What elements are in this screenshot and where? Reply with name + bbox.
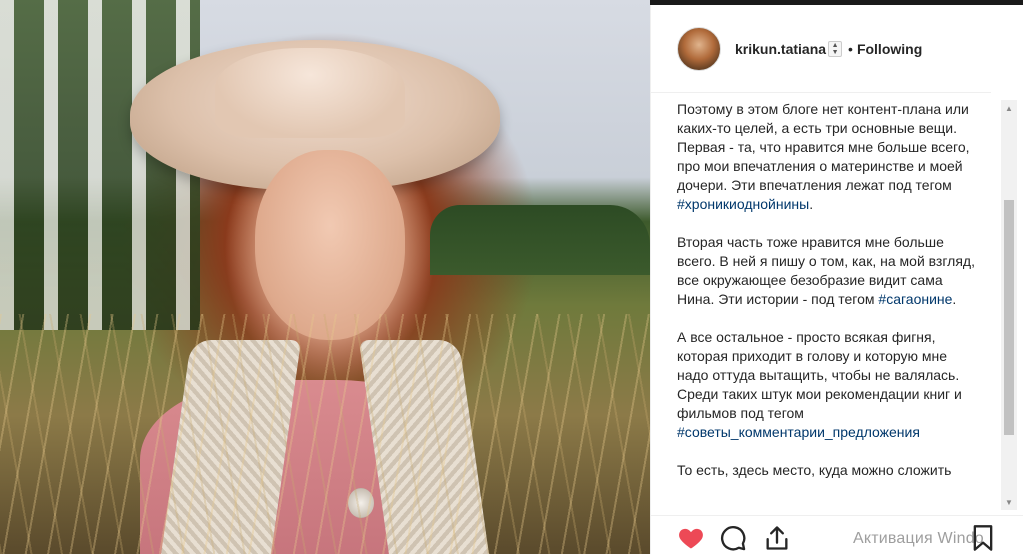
hashtag-link[interactable]: #хроникиоднойнины (677, 196, 809, 212)
post-actions-bar: Активация Windo (651, 515, 1023, 554)
bookmark-icon[interactable] (969, 524, 997, 552)
username-link[interactable]: krikun.tatiana (735, 41, 826, 57)
heart-icon[interactable] (677, 524, 705, 552)
photo-face (255, 150, 405, 340)
following-button[interactable]: Following (857, 41, 922, 57)
caption-text: Поэтому в этом блоге нет контент-плана и… (677, 101, 970, 193)
hashtag-link[interactable]: #советы_комментарии_предложения (677, 424, 920, 440)
post-header: krikun.tatiana ▲ ▼ • Following (651, 5, 991, 93)
sort-arrows-icon: ▲ ▼ (828, 40, 843, 57)
caption-paragraph: А все остальное - просто всякая фигня, к… (677, 328, 977, 442)
caption-text-end: . (952, 291, 957, 307)
post-photo[interactable] (0, 0, 650, 554)
header-separator: • (848, 40, 853, 57)
photo-forest-line (430, 205, 650, 275)
share-icon[interactable] (763, 524, 791, 552)
scrollbar-thumb[interactable] (1004, 200, 1014, 435)
post-caption: Поэтому в этом блоге нет контент-плана и… (677, 100, 977, 510)
caption-paragraph: Вторая часть тоже нравится мне больше вс… (677, 233, 977, 309)
caption-text-end: . (809, 196, 814, 212)
caption-text: А все остальное - просто всякая фигня, к… (677, 329, 962, 421)
caption-paragraph: Поэтому в этом блоге нет контент-плана и… (677, 100, 977, 214)
comment-icon[interactable] (719, 524, 747, 552)
scroll-up-arrow-icon[interactable]: ▲ (1001, 100, 1017, 116)
photo-straw-hat-crown (215, 48, 405, 138)
avatar[interactable] (677, 26, 721, 71)
scroll-down-arrow-icon[interactable]: ▼ (1001, 494, 1017, 510)
caption-paragraph: То есть, здесь место, куда можно сложить (677, 461, 977, 480)
windows-activation-watermark: Активация Windo (853, 530, 984, 547)
photo-pendant (348, 488, 374, 518)
caption-scrollbar[interactable]: ▲ ▼ (1001, 100, 1017, 510)
post-side-panel: krikun.tatiana ▲ ▼ • Following Поэтому в … (650, 5, 1023, 554)
caption-text: То есть, здесь место, куда можно сложить (677, 462, 952, 478)
hashtag-link[interactable]: #сагаонине (878, 291, 952, 307)
